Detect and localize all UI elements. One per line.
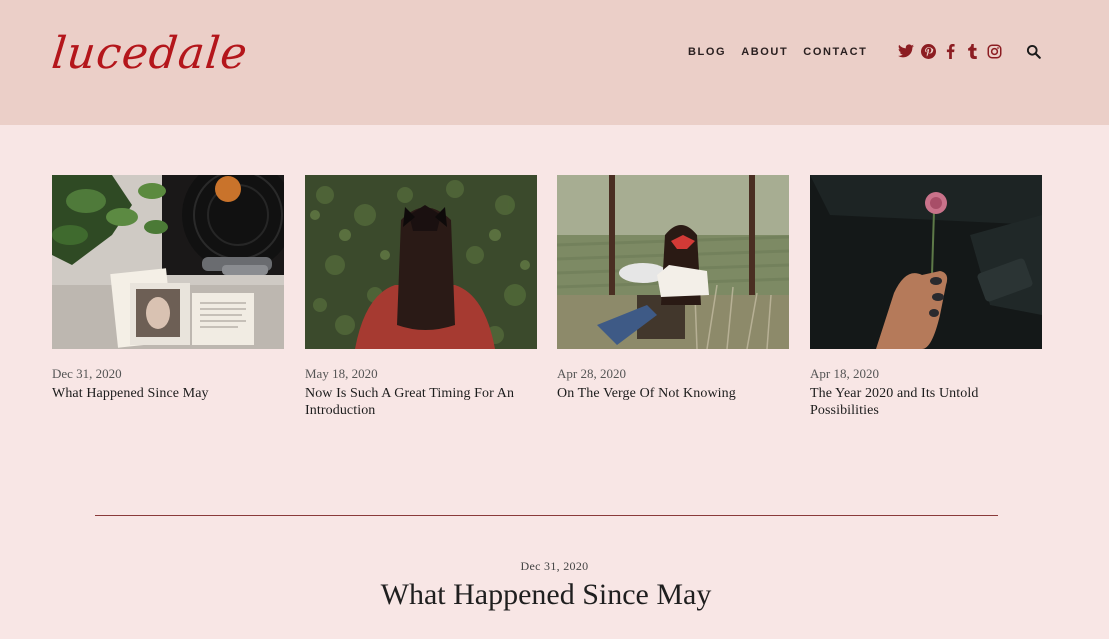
twitter-icon[interactable]: [898, 43, 914, 59]
instagram-icon[interactable]: [986, 43, 1002, 59]
post-card: Apr 18, 2020 The Year 2020 and Its Untol…: [810, 175, 1042, 419]
nav-contact[interactable]: CONTACT: [803, 45, 867, 59]
site-logo[interactable]: lucedale: [49, 26, 250, 82]
post-title[interactable]: On The Verge Of Not Knowing: [557, 385, 789, 402]
post-thumbnail[interactable]: [305, 175, 537, 349]
post-title[interactable]: Now Is Such A Great Timing For An Introd…: [305, 385, 537, 419]
post-date: May 18, 2020: [305, 366, 378, 381]
featured-post-date: Dec 31, 2020: [520, 559, 589, 573]
nav-blog[interactable]: BLOG: [688, 45, 726, 59]
post-card: May 18, 2020 Now Is Such A Great Timing …: [305, 175, 537, 419]
post-thumbnail[interactable]: [557, 175, 789, 349]
nav-about[interactable]: ABOUT: [741, 45, 788, 59]
post-date: Dec 31, 2020: [52, 366, 122, 381]
main-nav: BLOG ABOUT CONTACT: [688, 45, 882, 59]
site-header: lucedale BLOG ABOUT CONTACT: [0, 0, 1109, 125]
featured-post-title[interactable]: What Happened Since May: [0, 576, 1092, 614]
pinterest-icon[interactable]: [920, 43, 936, 59]
search-icon[interactable]: [1026, 44, 1042, 60]
social-links: [898, 43, 1008, 59]
post-title[interactable]: What Happened Since May: [52, 385, 284, 402]
post-title[interactable]: The Year 2020 and Its Untold Possibiliti…: [810, 385, 1042, 419]
post-card: Dec 31, 2020 What Happened Since May: [52, 175, 284, 402]
post-date: Apr 28, 2020: [557, 366, 626, 381]
post-thumbnail[interactable]: [810, 175, 1042, 349]
post-date: Apr 18, 2020: [810, 366, 879, 381]
section-divider: [95, 515, 998, 516]
tumblr-icon[interactable]: [964, 43, 980, 59]
post-thumbnail[interactable]: [52, 175, 284, 349]
post-card: Apr 28, 2020 On The Verge Of Not Knowing: [557, 175, 789, 402]
facebook-icon[interactable]: [942, 43, 958, 59]
